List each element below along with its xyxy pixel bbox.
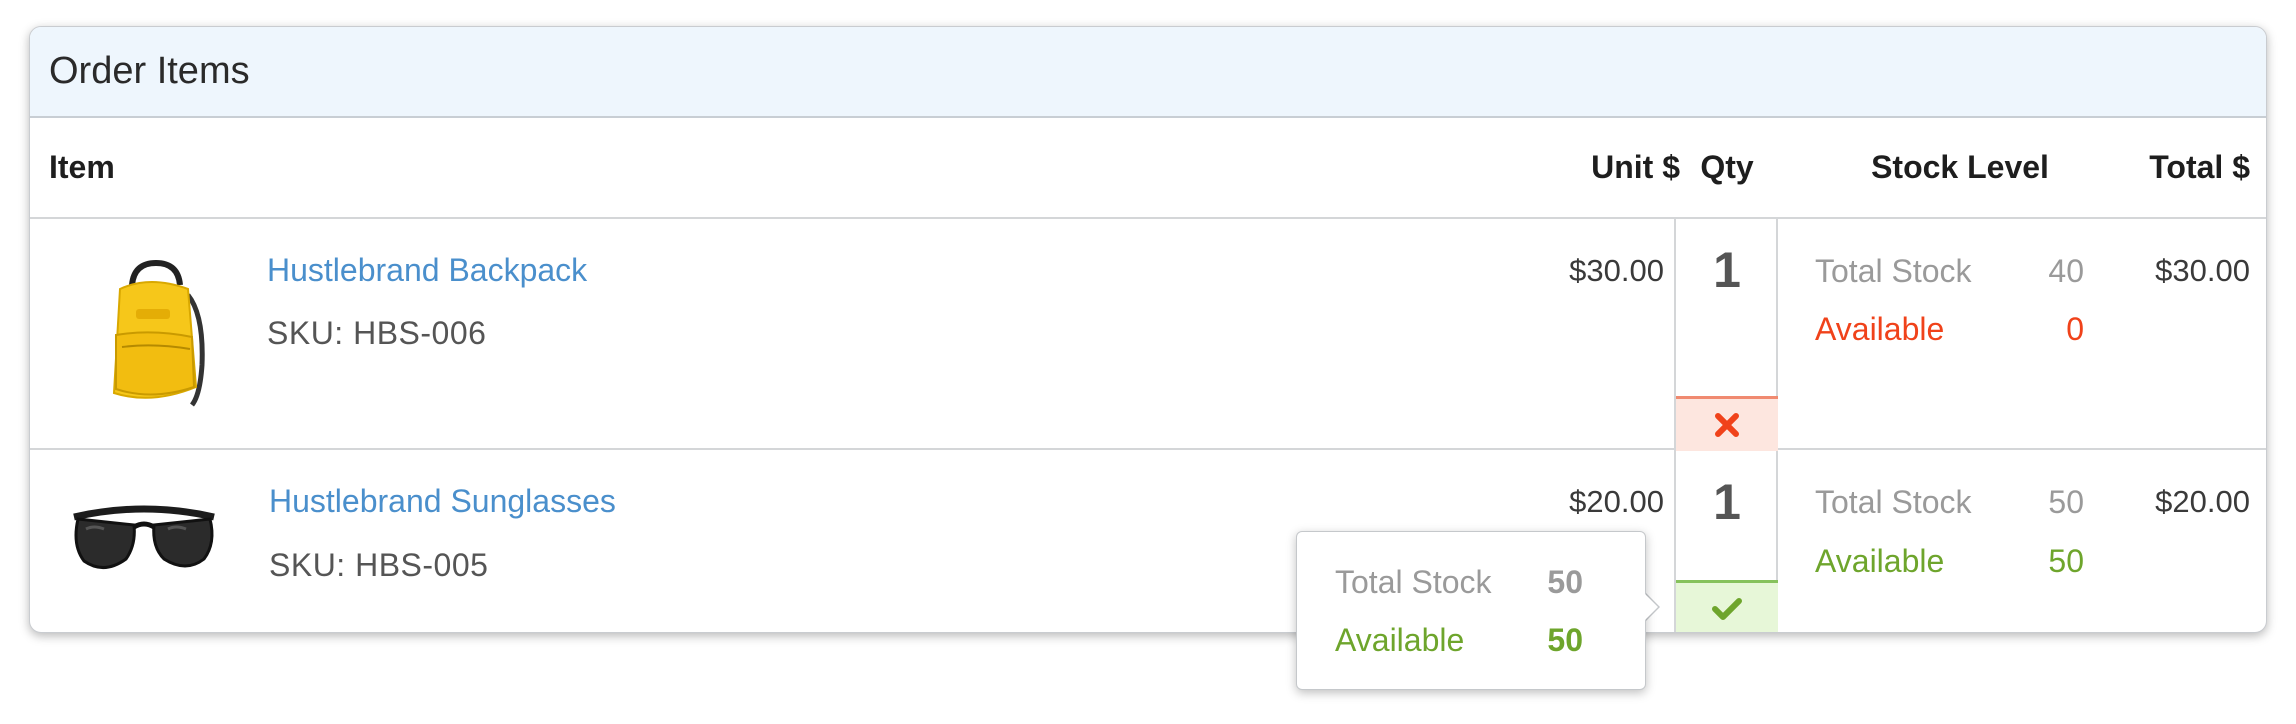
column-header-qty: Qty [1700,149,1754,185]
total-stock-label: Total Stock [1815,484,1972,520]
stock-status-indicator[interactable] [1676,580,1778,632]
total-stock-value: 50 [2048,484,2084,520]
column-header-item: Item [49,149,115,185]
x-icon [1715,413,1739,437]
quantity-value[interactable]: 1 [1676,241,1778,299]
product-link[interactable]: Hustlebrand Sunglasses [269,483,616,520]
backpack-image [112,259,205,407]
unit-price: $20.00 [1569,484,1664,519]
tooltip-available-label: Available [1335,622,1465,658]
unit-price: $30.00 [1569,253,1664,288]
line-total: $20.00 [2155,484,2250,519]
panel-header: Order Items [30,27,2266,118]
order-items-panel: Order Items Item Unit $ Qty Stock Level … [29,26,2267,633]
divider [30,217,2266,219]
tooltip-arrow-fill [1642,591,1658,623]
tooltip-total-stock-label: Total Stock [1335,564,1492,600]
product-sku: SKU: HBS-005 [269,547,489,583]
available-label: Available [1815,543,1945,579]
sunglasses-image [73,505,215,569]
column-header-total: Total $ [2149,149,2250,185]
column-header-stock-level: Stock Level [1871,149,2049,185]
check-icon [1712,598,1742,620]
quantity-value[interactable]: 1 [1676,473,1778,531]
divider [30,448,2266,450]
product-link[interactable]: Hustlebrand Backpack [267,252,587,289]
available-value: 0 [2066,311,2084,347]
line-total: $30.00 [2155,253,2250,288]
available-label: Available [1815,311,1945,347]
product-sku: SKU: HBS-006 [267,315,487,351]
stock-status-indicator[interactable] [1676,396,1778,451]
total-stock-value: 40 [2048,253,2084,289]
stock-tooltip: Total Stock 50 Available 50 [1296,531,1646,690]
panel-title: Order Items [49,50,250,92]
tooltip-total-stock-value: 50 [1547,564,1583,600]
tooltip-available-value: 50 [1547,622,1583,658]
total-stock-label: Total Stock [1815,253,1972,289]
column-header-unit: Unit $ [1591,149,1680,185]
available-value: 50 [2048,543,2084,579]
